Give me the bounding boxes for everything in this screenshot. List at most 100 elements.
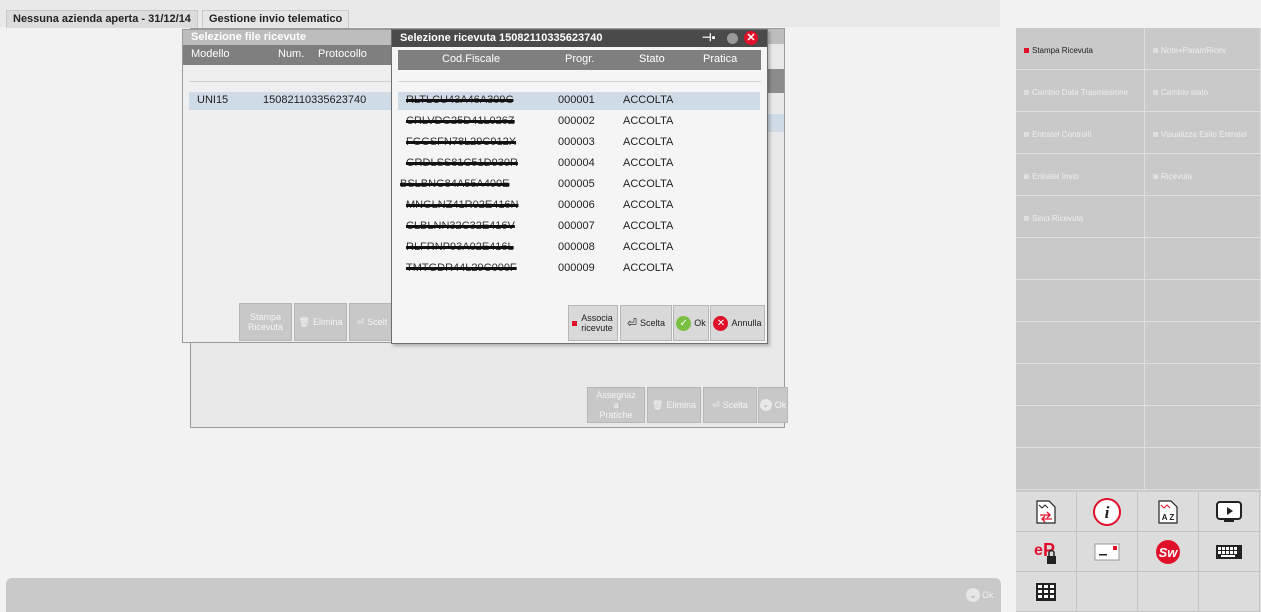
- table-row[interactable]: RLFRNP93A02E416L 000008 ACCOLTA: [398, 239, 760, 257]
- sidebar-button-label: Visualizza Esito Entratel: [1161, 130, 1247, 139]
- svg-text:A Z: A Z: [1162, 513, 1175, 522]
- sidebar-button-7[interactable]: Ricevuta: [1145, 154, 1261, 196]
- keyboard-icon[interactable]: [1199, 532, 1260, 572]
- choose-button[interactable]: ⏎ Scelta: [620, 305, 672, 341]
- sw-logo-icon[interactable]: Sw: [1138, 532, 1199, 572]
- sidebar-empty-slot: [1145, 322, 1261, 364]
- red-marker-icon: [572, 320, 577, 326]
- receipt-selection-window: Selezione ricevuta 15082110335623740 ⊣▪ …: [391, 29, 768, 344]
- svg-text:e: e: [1034, 542, 1043, 559]
- row-protocollo: 15082110335623740: [263, 94, 367, 106]
- file-choose-button[interactable]: ⏎ Scelt: [349, 303, 395, 341]
- ok-button[interactable]: ✓ Ok: [673, 305, 709, 341]
- icon-bar: i A Z e P Sw: [1016, 492, 1261, 612]
- table-row[interactable]: BSLBNG84A55A400E 000005 ACCOLTA: [398, 176, 760, 194]
- sidebar-button-3[interactable]: Cambio stato: [1145, 70, 1261, 112]
- marker-icon: [1024, 48, 1029, 54]
- enter-icon: ⏎: [356, 316, 365, 327]
- bg-delete-label: Elimina: [666, 400, 696, 410]
- sidebar-empty-slot: [1016, 364, 1145, 406]
- table-row[interactable]: GRDLSS81C51D930R 000004 ACCOLTA: [398, 155, 760, 173]
- bg-delete-button[interactable]: 🗑 Elimina: [647, 387, 701, 423]
- assign-practices-label: Assegnaz a Pratiche: [596, 390, 636, 420]
- sidebar-empty-slot: [1145, 448, 1261, 490]
- row-modello: UNI15: [197, 94, 229, 106]
- sidebar-empty-slot: [1145, 196, 1261, 238]
- table-row[interactable]: FGGSFN78L29C912X 000003 ACCOLTA: [398, 134, 760, 152]
- marker-icon: [1153, 132, 1158, 138]
- table-row[interactable]: CRLVDG25D41L026Z 000002 ACCOLTA: [398, 113, 760, 131]
- sidebar-button-label: Entratel Controlli: [1032, 130, 1092, 139]
- print-receipt-label: Stampa Ricevuta: [247, 312, 283, 332]
- sidebar-button-0[interactable]: Stampa Ricevuta: [1016, 28, 1145, 70]
- row-stato: ACCOLTA: [623, 136, 674, 148]
- col-protocollo: Protocollo: [318, 48, 367, 60]
- cancel-button[interactable]: ✕ Annulla: [710, 305, 765, 341]
- marker-icon: [1024, 132, 1029, 138]
- table-row[interactable]: CLBLNN32C32E416V 000007 ACCOLTA: [398, 218, 760, 236]
- icon-bar-empty-slot: [1077, 572, 1138, 612]
- trash-icon: 🗑: [652, 399, 664, 410]
- file-delete-button[interactable]: 🗑 Elimina: [294, 303, 347, 341]
- ep-lock-icon[interactable]: eP: [1016, 532, 1077, 572]
- transfer-doc-icon[interactable]: [1016, 492, 1077, 532]
- sidebar-button-label: Sincr.Ricevuta: [1032, 214, 1084, 223]
- pin-icon[interactable]: ⊣▪: [702, 30, 715, 47]
- row-codfiscale: CLBLNN32C32E416V: [406, 220, 515, 232]
- col-progr: Progr.: [565, 53, 595, 65]
- row-progr: 000005: [558, 178, 595, 190]
- row-stato: ACCOLTA: [623, 241, 674, 253]
- tab-company[interactable]: Nessuna azienda aperta - 31/12/14: [6, 10, 198, 28]
- sidebar-button-4[interactable]: Entratel Controlli: [1016, 112, 1145, 154]
- svg-text:Sw: Sw: [1159, 545, 1179, 560]
- grid-icon[interactable]: [1016, 572, 1077, 612]
- sidebar-button-2[interactable]: Cambio Data Trasmissione: [1016, 70, 1145, 112]
- marker-icon: [1024, 174, 1029, 180]
- row-progr: 000004: [558, 157, 595, 169]
- marker-icon: [1153, 90, 1158, 96]
- sidebar: Stampa Ricevuta Note+ParamRicev Cambio Dat…: [1016, 28, 1261, 493]
- sidebar-empty-slot: [1016, 406, 1145, 448]
- tab-telematic[interactable]: Gestione invio telematico: [202, 10, 350, 28]
- sidebar-empty-slot: [1016, 322, 1145, 364]
- marker-icon: [1024, 216, 1029, 222]
- associate-receipts-button[interactable]: Associa ricevute: [568, 305, 618, 341]
- col-stato: Stato: [639, 53, 665, 65]
- minimize-icon[interactable]: [727, 33, 738, 44]
- bg-ok-label: Ok: [774, 400, 787, 410]
- print-receipt-button[interactable]: Stampa Ricevuta: [239, 303, 292, 341]
- file-delete-label: Elimina: [312, 317, 343, 327]
- status-ok-button[interactable]: ⌄ Ok: [966, 588, 994, 602]
- sidebar-button-label: Entratel Invio: [1032, 172, 1079, 181]
- table-row[interactable]: TMTGDR44L29C000F 000009 ACCOLTA: [398, 260, 760, 278]
- sidebar-button-6[interactable]: Entratel Invio: [1016, 154, 1145, 196]
- sidebar-empty-slot: [1016, 280, 1145, 322]
- sidebar-button-5[interactable]: Visualizza Esito Entratel: [1145, 112, 1261, 154]
- info-icon[interactable]: i: [1077, 492, 1138, 532]
- sidebar-button-1[interactable]: Note+ParamRicev: [1145, 28, 1261, 70]
- status-bar: ⌄ Ok: [6, 578, 1001, 612]
- row-stato: ACCOLTA: [623, 220, 674, 232]
- bg-choose-button[interactable]: ⏎ Scelta: [703, 387, 757, 423]
- sidebar-button-label: Ricevuta: [1161, 172, 1193, 181]
- table-row[interactable]: RLTLCU43A46A309C 000001 ACCOLTA: [398, 92, 760, 110]
- sidebar-button-8[interactable]: Sincr.Ricevuta: [1016, 196, 1145, 238]
- assign-practices-button[interactable]: Assegnaz a Pratiche: [587, 387, 645, 423]
- row-stato: ACCOLTA: [623, 199, 674, 211]
- video-icon[interactable]: [1199, 492, 1260, 532]
- row-codfiscale: MNGLNZ41R02E416N: [406, 199, 519, 211]
- chevron-down-icon: ⌄: [966, 588, 980, 602]
- card-icon[interactable]: [1077, 532, 1138, 572]
- table-row[interactable]: MNGLNZ41R02E416N 000006 ACCOLTA: [398, 197, 760, 215]
- receipt-window-title: Selezione ricevuta 15082110335623740: [400, 32, 603, 44]
- svg-text:i: i: [1105, 503, 1110, 522]
- sidebar-empty-slot: [1016, 448, 1145, 490]
- bg-ok-button[interactable]: ⌄ Ok: [758, 387, 788, 423]
- sort-az-icon[interactable]: A Z: [1138, 492, 1199, 532]
- table-row[interactable]: UNI15 15082110335623740: [189, 92, 395, 110]
- sidebar-empty-slot: [1145, 238, 1261, 280]
- file-table-header: Modello Num. Protocollo: [183, 45, 395, 65]
- row-codfiscale: TMTGDR44L29C000F: [406, 262, 517, 274]
- close-icon[interactable]: ✕: [744, 31, 758, 45]
- check-icon: ✓: [676, 315, 692, 331]
